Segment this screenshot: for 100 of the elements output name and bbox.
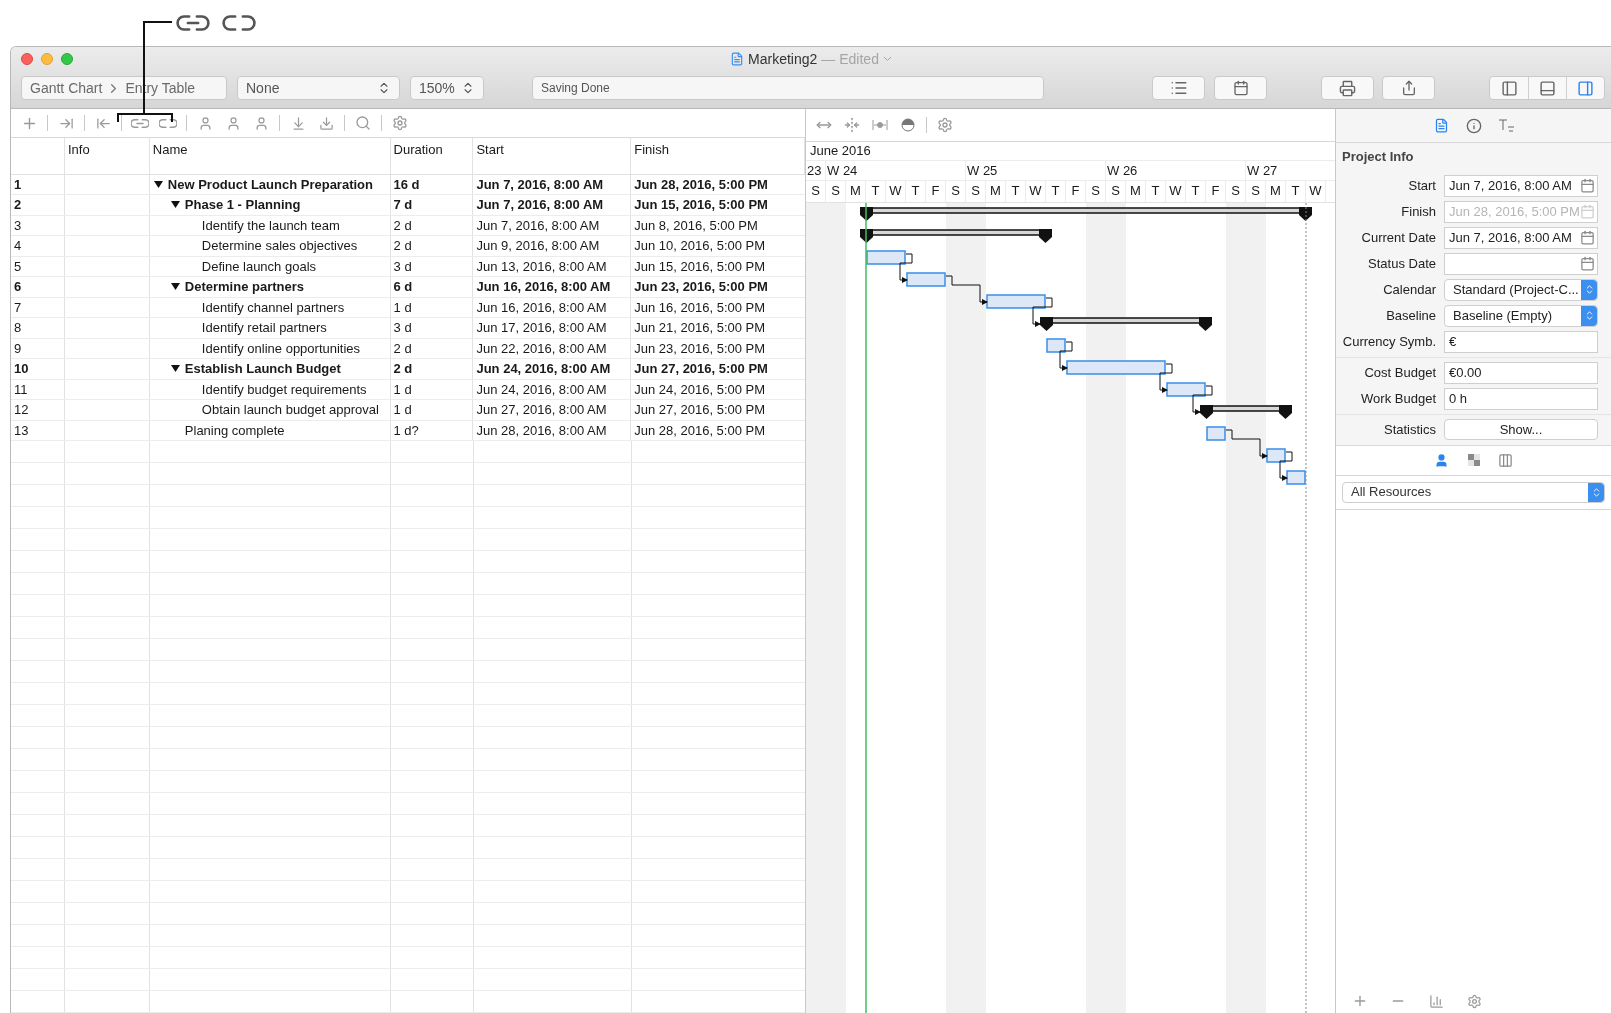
row-number: 9 bbox=[11, 338, 65, 358]
day-label: S bbox=[1226, 181, 1246, 202]
document-icon bbox=[730, 52, 745, 66]
task-bar[interactable] bbox=[1266, 448, 1286, 463]
duration-cell: 6 d bbox=[390, 277, 474, 297]
task-name: Determine sales objectives bbox=[201, 237, 358, 255]
day-label: W bbox=[1306, 181, 1326, 202]
breadcrumb-item[interactable]: Gantt Chart bbox=[30, 77, 103, 99]
task-name: Determine partners bbox=[184, 278, 305, 296]
summary-bar[interactable] bbox=[1200, 405, 1292, 419]
zoom-dropdown[interactable]: 150% bbox=[410, 76, 484, 100]
duration-cell: 3 d bbox=[390, 256, 474, 276]
start-cell: Jun 7, 2016, 8:00 AM bbox=[473, 195, 632, 215]
calendar-icon bbox=[1580, 256, 1595, 271]
disclosure-triangle[interactable] bbox=[170, 199, 181, 210]
summary-bar[interactable] bbox=[1040, 317, 1212, 331]
row-number: 5 bbox=[11, 256, 65, 276]
calendar-icon bbox=[1232, 80, 1249, 96]
input-field[interactable]: 0 h bbox=[1444, 387, 1598, 410]
duration-cell: 2 d bbox=[390, 338, 474, 358]
date-field[interactable] bbox=[1444, 252, 1598, 275]
list-icon bbox=[1169, 79, 1188, 97]
column-header[interactable]: Duration bbox=[390, 138, 474, 174]
calendar-icon bbox=[1580, 178, 1595, 193]
day-label: T bbox=[1146, 181, 1166, 202]
show-button[interactable]: Show... bbox=[1444, 419, 1598, 440]
column-header[interactable]: Start bbox=[473, 138, 632, 174]
print-button[interactable] bbox=[1321, 76, 1374, 100]
day-label: S bbox=[806, 181, 826, 202]
field-label: Currency Symb. bbox=[1341, 332, 1437, 351]
disclosure-triangle[interactable] bbox=[153, 179, 164, 190]
right-panel-icon bbox=[1577, 79, 1594, 97]
task-bar[interactable] bbox=[986, 294, 1046, 309]
row-number: 8 bbox=[11, 318, 65, 338]
task-name: Identify online opportunities bbox=[201, 339, 361, 358]
minimize-button[interactable] bbox=[41, 53, 53, 65]
disclosure-triangle[interactable] bbox=[170, 281, 181, 292]
person-icon bbox=[1434, 452, 1449, 468]
column-header[interactable]: Info bbox=[64, 138, 150, 174]
calendar-button[interactable] bbox=[1214, 76, 1267, 100]
window-title: Marketing2 bbox=[748, 49, 818, 69]
row-number: 2 bbox=[11, 195, 65, 215]
filter-dropdown[interactable]: None bbox=[237, 76, 400, 100]
task-name: Identify budget requirements bbox=[201, 380, 367, 399]
day-label: T bbox=[1286, 181, 1306, 202]
day-label: W bbox=[1026, 181, 1046, 202]
summary-bar[interactable] bbox=[860, 207, 1312, 221]
start-cell: Jun 24, 2016, 8:00 AM bbox=[473, 379, 632, 399]
start-cell: Jun 17, 2016, 8:00 AM bbox=[473, 318, 632, 338]
resource-filter-dropdown[interactable]: All Resources bbox=[1342, 481, 1605, 503]
outline-button[interactable] bbox=[1152, 76, 1205, 100]
close-button[interactable] bbox=[21, 53, 33, 65]
task-bar[interactable] bbox=[866, 250, 906, 265]
task-bar[interactable] bbox=[1286, 470, 1306, 485]
column-header[interactable]: Name bbox=[149, 138, 391, 174]
start-cell: Jun 16, 2016, 8:00 AM bbox=[473, 277, 632, 297]
date-field[interactable]: Jun 7, 2016, 8:00 AM bbox=[1444, 226, 1598, 249]
finish-cell-text: Jun 28, 2016, 5:00 PM bbox=[633, 421, 767, 440]
disclosure-triangle[interactable] bbox=[170, 363, 181, 374]
task-name: Establish Launch Budget bbox=[184, 360, 341, 378]
day-label: S bbox=[946, 181, 966, 202]
duration-cell: 7 d bbox=[390, 195, 474, 215]
dependency-arrow bbox=[1032, 297, 1053, 327]
dependency-arrow bbox=[945, 275, 988, 305]
input-field[interactable]: €0.00 bbox=[1444, 361, 1598, 384]
field-label: Calendar bbox=[1382, 280, 1437, 299]
left-panel-icon bbox=[1500, 79, 1518, 97]
dropdown[interactable]: Baseline (Empty) bbox=[1444, 304, 1598, 327]
input-field[interactable]: € bbox=[1444, 330, 1598, 353]
day-label: T bbox=[906, 181, 926, 202]
task-name: Phase 1 - Planning bbox=[184, 196, 301, 214]
start-cell: Jun 16, 2016, 8:00 AM bbox=[473, 297, 632, 317]
column-header[interactable]: Finish bbox=[631, 138, 805, 174]
month-label: June 2016 bbox=[810, 142, 871, 161]
task-bar[interactable] bbox=[1046, 338, 1066, 353]
duration-cell: 2 d bbox=[390, 236, 474, 256]
day-label: T bbox=[1006, 181, 1026, 202]
broken-link-icon bbox=[222, 14, 256, 32]
day-label: T bbox=[1186, 181, 1206, 202]
calendar-icon bbox=[1580, 204, 1595, 219]
dropdown[interactable]: Standard (Project-C... bbox=[1444, 278, 1598, 301]
finish-cell-text: Jun 15, 2016, 5:00 PM bbox=[633, 257, 767, 276]
row-number: 12 bbox=[11, 400, 65, 420]
day-label: M bbox=[846, 181, 866, 202]
week-label: 23 bbox=[806, 161, 826, 180]
dependency-arrow bbox=[1192, 385, 1213, 415]
stepper-icon bbox=[1581, 305, 1597, 326]
field-label: Start bbox=[1407, 176, 1437, 195]
task-bar[interactable] bbox=[1166, 382, 1206, 397]
field-label: Finish bbox=[1400, 202, 1437, 221]
dependency-arrow bbox=[1279, 451, 1293, 481]
day-label: S bbox=[1106, 181, 1126, 202]
field-label: Cost Budget bbox=[1363, 363, 1437, 382]
summary-bar[interactable] bbox=[860, 229, 1052, 243]
task-name: Identify retail partners bbox=[201, 319, 327, 337]
chain-link-icon bbox=[176, 14, 210, 32]
duration-cell: 3 d bbox=[390, 318, 474, 338]
date-field[interactable]: Jun 7, 2016, 8:00 AM bbox=[1444, 174, 1598, 197]
share-button[interactable] bbox=[1382, 76, 1435, 100]
zoom-button[interactable] bbox=[61, 53, 73, 65]
